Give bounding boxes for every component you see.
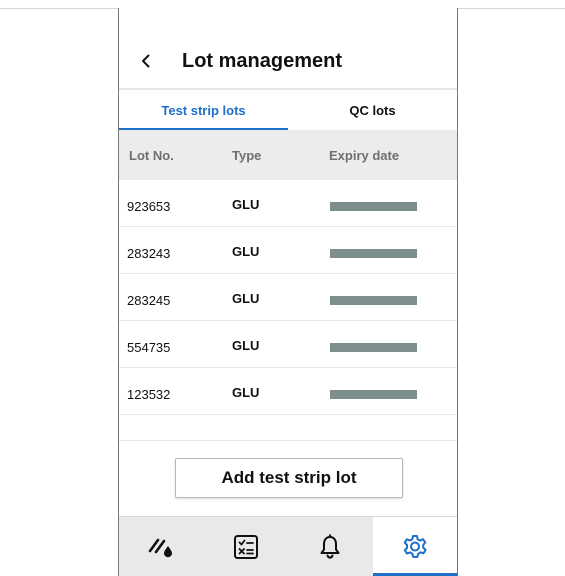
- nav-item-test[interactable]: [119, 517, 204, 576]
- gear-icon: [403, 534, 427, 558]
- expiry-date-redacted: [330, 249, 417, 258]
- lot-number: 554735: [127, 340, 171, 355]
- nav-item-notifications[interactable]: [288, 517, 373, 576]
- lot-type: GLU: [232, 197, 260, 212]
- chevron-left-icon: [142, 54, 150, 68]
- expiry-date-redacted: [330, 202, 417, 211]
- nav-item-settings[interactable]: [372, 517, 457, 576]
- column-header-type: Type: [232, 147, 262, 163]
- column-header-expiry-date: Expiry date: [329, 147, 400, 163]
- back-button[interactable]: [135, 48, 157, 74]
- table-row[interactable]: 123532 GLU: [119, 368, 457, 415]
- lot-number: 283245: [127, 293, 171, 308]
- bottom-nav: [119, 516, 457, 576]
- test-drop-icon: [148, 538, 173, 557]
- lot-number: 923653: [127, 199, 171, 214]
- bell-icon: [320, 533, 340, 559]
- lot-list: 923653 GLU 283243 GLU 283245 GLU 554735 …: [119, 180, 457, 441]
- app-screen: Lot management Test strip lots QC lots L…: [118, 8, 458, 576]
- empty-row: [119, 415, 457, 441]
- tab-test-strip-lots[interactable]: Test strip lots: [119, 90, 288, 131]
- header: Lot management: [119, 8, 457, 88]
- nav-item-qc[interactable]: [204, 517, 289, 576]
- tab-bar: Test strip lots QC lots: [119, 88, 457, 131]
- expiry-date-redacted: [330, 390, 417, 399]
- checklist-icon: [233, 534, 258, 559]
- table-header: Lot No. Type Expiry date: [119, 130, 457, 180]
- table-row[interactable]: 283245 GLU: [119, 274, 457, 321]
- expiry-date-redacted: [330, 343, 417, 352]
- lot-type: GLU: [232, 244, 260, 259]
- table-row[interactable]: 554735 GLU: [119, 321, 457, 368]
- lot-number: 283243: [127, 246, 171, 261]
- lot-type: GLU: [232, 338, 260, 353]
- tab-qc-lots[interactable]: QC lots: [288, 90, 457, 130]
- table-row[interactable]: 283243 GLU: [119, 227, 457, 274]
- page-title: Lot management: [182, 50, 343, 72]
- table-row[interactable]: 923653 GLU: [119, 180, 457, 227]
- expiry-date-redacted: [330, 296, 417, 305]
- add-test-strip-lot-button[interactable]: Add test strip lot: [175, 458, 403, 498]
- lot-type: GLU: [232, 385, 260, 400]
- lot-number: 123532: [127, 387, 171, 402]
- lot-type: GLU: [232, 291, 260, 306]
- column-header-lot-no: Lot No.: [129, 147, 174, 163]
